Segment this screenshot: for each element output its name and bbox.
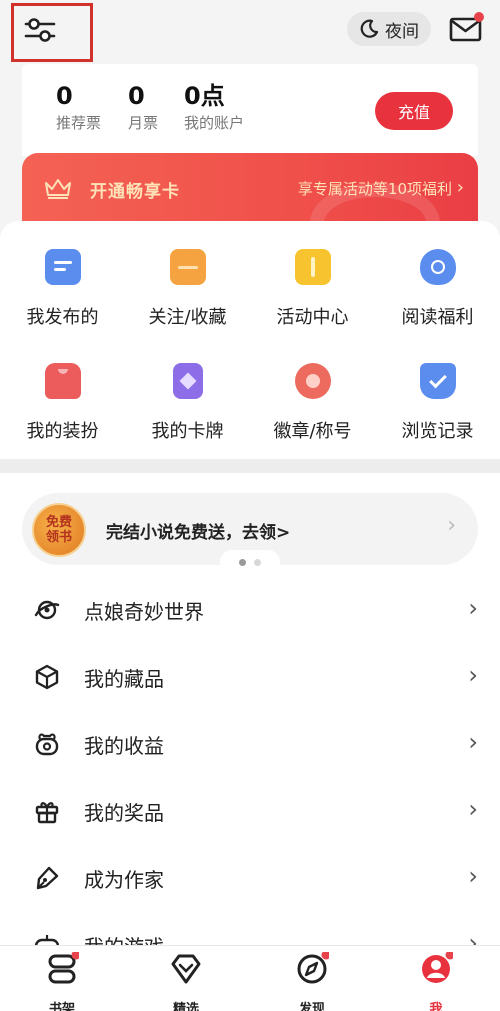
recharge-button[interactable]: 充值	[375, 92, 453, 130]
history-icon	[419, 363, 456, 399]
chevron-right-icon: ›	[468, 929, 478, 945]
money-bag-icon	[419, 249, 456, 285]
grid-item-my-cards[interactable]: 我的卡牌	[125, 363, 250, 443]
profile-icon	[422, 950, 455, 983]
menu-item-label: 我的游戏	[84, 931, 164, 945]
menu-item-my-earnings[interactable]: 我的收益 ›	[0, 711, 500, 777]
card-icon	[172, 363, 203, 399]
grid-item-label: 活动中心	[276, 307, 349, 328]
grid-item-label: 我的装扮	[26, 421, 99, 442]
carousel-indicator	[220, 550, 280, 574]
stat-value: 0点	[184, 82, 225, 110]
section-divider	[0, 459, 500, 473]
tab-bookshelf[interactable]: 书架	[12, 950, 112, 1011]
tab-discover[interactable]: 发现	[262, 950, 362, 1011]
grid-item-label: 浏览记录	[401, 421, 474, 442]
stat-value: 0	[56, 82, 73, 110]
shirt-icon	[44, 363, 81, 399]
diamond-icon	[171, 954, 201, 984]
grid-item-label: 徽章/称号	[273, 421, 352, 442]
menu-item-label: 我的奖品	[84, 801, 164, 825]
grid-item-label: 我的卡牌	[151, 421, 224, 442]
night-mode-button[interactable]: 夜间	[347, 12, 431, 46]
grid-item-my-outfit[interactable]: 我的装扮	[0, 363, 125, 443]
recommend-ticket-stat[interactable]: 0 推荐票	[56, 82, 101, 133]
message-icon	[44, 249, 81, 285]
bottom-navigation: 书架 精选 发现 我	[0, 945, 500, 1011]
carousel-dot[interactable]	[254, 558, 261, 566]
mail-notification-dot	[474, 12, 484, 22]
grid-item-follow-collect[interactable]: 关注/收藏	[125, 249, 250, 329]
feature-grid: 我发布的 关注/收藏 活动中心 阅读福利 我的装扮 我的卡牌 徽章/称号 浏览记…	[0, 221, 500, 459]
promo-text: 完结小说免费送，去领>	[106, 523, 291, 543]
moon-icon	[360, 19, 379, 38]
grid-item-browse-history[interactable]: 浏览记录	[375, 363, 500, 443]
pen-icon	[36, 866, 59, 890]
medal-icon	[294, 363, 331, 399]
top-bar: 夜间	[0, 0, 500, 62]
menu-item-label: 我的收益	[84, 734, 164, 758]
chevron-right-icon: ›	[456, 177, 464, 198]
menu-item-label: 点娘奇妙世界	[84, 600, 204, 624]
crown-icon	[45, 179, 71, 199]
chevron-right-icon: ›	[468, 594, 478, 622]
free-book-badge: 免费 领书	[32, 503, 86, 557]
monthly-ticket-stat[interactable]: 0 月票	[128, 82, 158, 133]
vip-title: 开通畅享卡	[90, 182, 180, 202]
grid-item-my-posts[interactable]: 我发布的	[0, 249, 125, 329]
chevron-right-icon: ›	[468, 728, 478, 756]
gamepad-icon	[34, 935, 60, 945]
folder-icon	[169, 249, 206, 285]
gift-icon	[35, 802, 59, 824]
menu-item-label: 成为作家	[84, 868, 164, 892]
vip-card-banner[interactable]: 开通畅享卡 享专属活动等10项福利 ›	[22, 153, 478, 223]
stat-value: 0	[128, 82, 145, 110]
tab-featured[interactable]: 精选	[136, 952, 236, 1011]
account-card: 0 推荐票 0 月票 0点 我的账户 充值	[22, 64, 478, 156]
wallet-icon	[35, 733, 59, 756]
menu-list-panel: 免费 领书 完结小说免费送，去领> › 点娘奇妙世界 › 我的藏品 › 我的收益	[0, 473, 500, 945]
night-mode-label: 夜间	[385, 21, 419, 42]
tab-label: 发现	[298, 1002, 325, 1011]
tab-label: 书架	[48, 1002, 75, 1011]
tab-label: 我	[429, 1002, 443, 1011]
menu-item-become-author[interactable]: 成为作家 ›	[0, 845, 500, 911]
grid-item-reading-benefits[interactable]: 阅读福利	[375, 249, 500, 329]
stat-label: 我的账户	[184, 114, 245, 132]
tab-me[interactable]: 我	[386, 950, 486, 1011]
badge-text-line1: 免费	[45, 515, 72, 530]
stat-label: 推荐票	[56, 114, 102, 132]
carousel-dot-active[interactable]	[239, 558, 246, 566]
bookshelf-icon	[48, 950, 81, 984]
stat-label: 月票	[128, 114, 159, 132]
settings-sliders-icon[interactable]	[24, 16, 56, 44]
planet-icon	[34, 600, 60, 620]
grid-item-activity-center[interactable]: 活动中心	[250, 249, 375, 329]
chevron-right-icon: ›	[468, 795, 478, 823]
vip-benefits-link[interactable]: 享专属活动等10项福利	[298, 178, 452, 199]
menu-item-wonder-world[interactable]: 点娘奇妙世界 ›	[0, 577, 500, 643]
account-balance-stat[interactable]: 0点 我的账户	[184, 82, 244, 133]
chevron-right-icon: ›	[468, 862, 478, 890]
badge-text-line2: 领书	[45, 530, 72, 545]
compass-icon	[297, 950, 331, 984]
grid-item-label: 阅读福利	[401, 307, 474, 328]
cube-icon	[35, 664, 59, 690]
menu-item-my-prizes[interactable]: 我的奖品 ›	[0, 778, 500, 844]
grid-item-label: 我发布的	[26, 307, 99, 328]
menu-item-my-games[interactable]: 我的游戏 ›	[0, 912, 500, 945]
tab-label: 精选	[172, 1002, 199, 1011]
gift-box-icon	[294, 249, 331, 285]
menu-item-my-collectibles[interactable]: 我的藏品 ›	[0, 644, 500, 710]
chevron-right-icon: ›	[447, 513, 456, 538]
grid-item-badges-titles[interactable]: 徽章/称号	[250, 363, 375, 443]
grid-item-label: 关注/收藏	[148, 307, 227, 328]
menu-item-label: 我的藏品	[84, 667, 164, 691]
chevron-right-icon: ›	[468, 661, 478, 689]
